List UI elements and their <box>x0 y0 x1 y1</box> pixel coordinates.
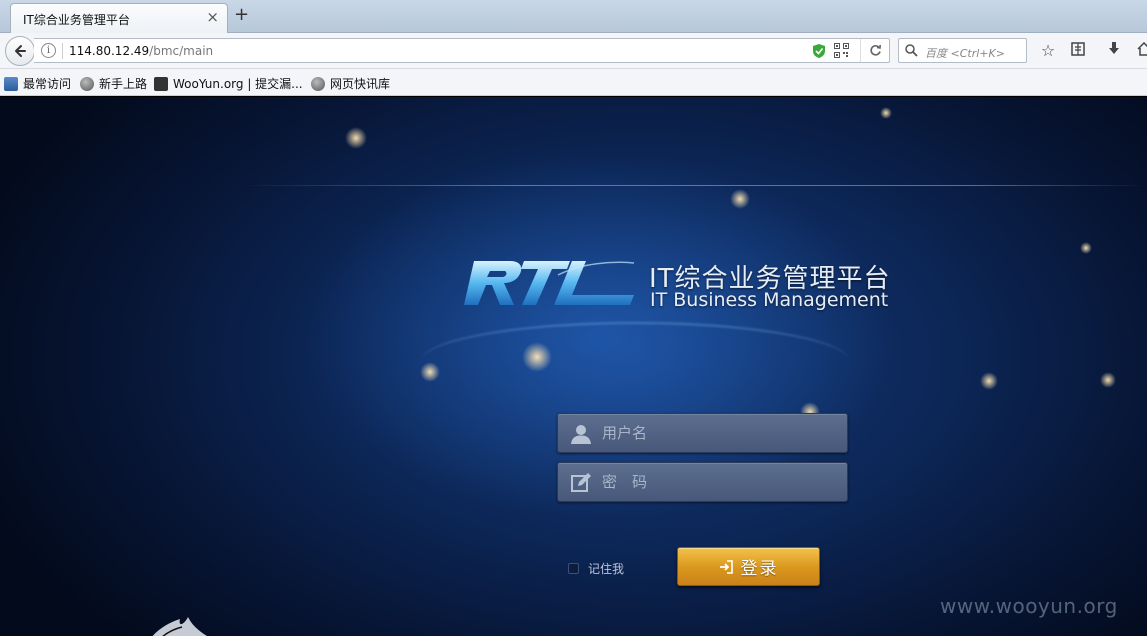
decorative-star <box>880 107 892 119</box>
search-icon <box>905 44 918 57</box>
decorative-star <box>345 127 367 149</box>
bookmark-web-slices[interactable]: 网页快讯库 <box>311 75 390 92</box>
remember-label: 记住我 <box>588 562 625 576</box>
bookmark-label: 最常访问 <box>23 77 72 91</box>
remember-checkbox[interactable] <box>568 563 579 574</box>
arrow-left-icon <box>15 45 26 57</box>
decorative-star <box>522 342 552 372</box>
globe-icon <box>80 76 94 91</box>
download-icon[interactable] <box>1104 41 1124 61</box>
login-page: IT综合业务管理平台 IT Business Management 记住我 登录… <box>0 97 1147 636</box>
bookmarks-bar: 最常访问 新手上路 WooYun.org | 提交漏... 网页快讯库 <box>0 69 1147 96</box>
qr-code-icon[interactable] <box>834 43 849 58</box>
decorative-star <box>980 372 998 390</box>
rtl-logo <box>464 261 635 305</box>
back-button[interactable] <box>5 36 35 66</box>
edit-icon <box>571 473 591 492</box>
reload-icon <box>870 44 881 56</box>
bookmark-label: 新手上路 <box>99 77 148 91</box>
search-bar[interactable]: 百度 <Ctrl+K> <box>898 38 1027 63</box>
remember-me[interactable]: 记住我 <box>568 560 624 577</box>
decorative-corner-art <box>152 617 207 636</box>
watermark: www.wooyun.org <box>940 594 1118 618</box>
home-icon[interactable] <box>1134 41 1147 61</box>
decorative-star <box>730 189 750 209</box>
star-icon[interactable]: ☆ <box>1038 41 1058 61</box>
bookmark-label: 网页快讯库 <box>330 77 391 91</box>
search-placeholder: 百度 <Ctrl+K> <box>925 47 1005 60</box>
bookmark-most-visited[interactable]: 最常访问 <box>4 75 71 92</box>
password-field[interactable] <box>557 462 848 502</box>
close-icon[interactable]: × <box>206 8 219 26</box>
site-info-icon[interactable]: i <box>41 43 56 58</box>
browser-tab-bar: IT综合业务管理平台 × + <box>0 0 1147 33</box>
globe-icon <box>311 76 325 91</box>
user-icon <box>571 425 591 444</box>
bookmark-label: WooYun.org | 提交漏... <box>173 77 303 91</box>
browser-nav-bar: i 114.80.12.49/bmc/main 百度 <Ctrl+K> ☆ <box>0 33 1147 69</box>
decorative-star <box>1080 242 1092 254</box>
tab-title: IT综合业务管理平台 <box>23 13 130 27</box>
login-button[interactable]: 登录 <box>677 547 820 586</box>
bookmark-getting-started[interactable]: 新手上路 <box>80 75 147 92</box>
url-host: 114.80.12.49 <box>69 44 150 58</box>
most-visited-icon <box>4 76 18 91</box>
username-input[interactable] <box>602 414 842 452</box>
bookmark-wooyun[interactable]: WooYun.org | 提交漏... <box>154 75 303 92</box>
address-bar[interactable]: i 114.80.12.49/bmc/main <box>34 38 890 63</box>
shield-icon[interactable] <box>812 43 826 59</box>
decorative-glow-arc <box>420 322 850 402</box>
browser-tab[interactable]: IT综合业务管理平台 × <box>10 3 228 33</box>
new-tab-button[interactable]: + <box>234 4 249 25</box>
decorative-line <box>240 185 1147 186</box>
login-icon <box>719 559 733 574</box>
url-text[interactable]: 114.80.12.49/bmc/main <box>69 44 213 58</box>
decorative-star <box>1100 372 1116 388</box>
wooyun-icon <box>154 76 168 91</box>
username-field[interactable] <box>557 413 848 453</box>
url-path: /bmc/main <box>149 44 214 58</box>
brand-title-en: IT Business Management <box>650 289 889 311</box>
password-input[interactable] <box>602 463 842 501</box>
login-button-label: 登录 <box>740 559 779 579</box>
decorative-star <box>420 362 440 382</box>
reload-button[interactable] <box>860 39 890 62</box>
url-separator <box>62 43 63 59</box>
reading-list-icon[interactable] <box>1068 41 1088 61</box>
